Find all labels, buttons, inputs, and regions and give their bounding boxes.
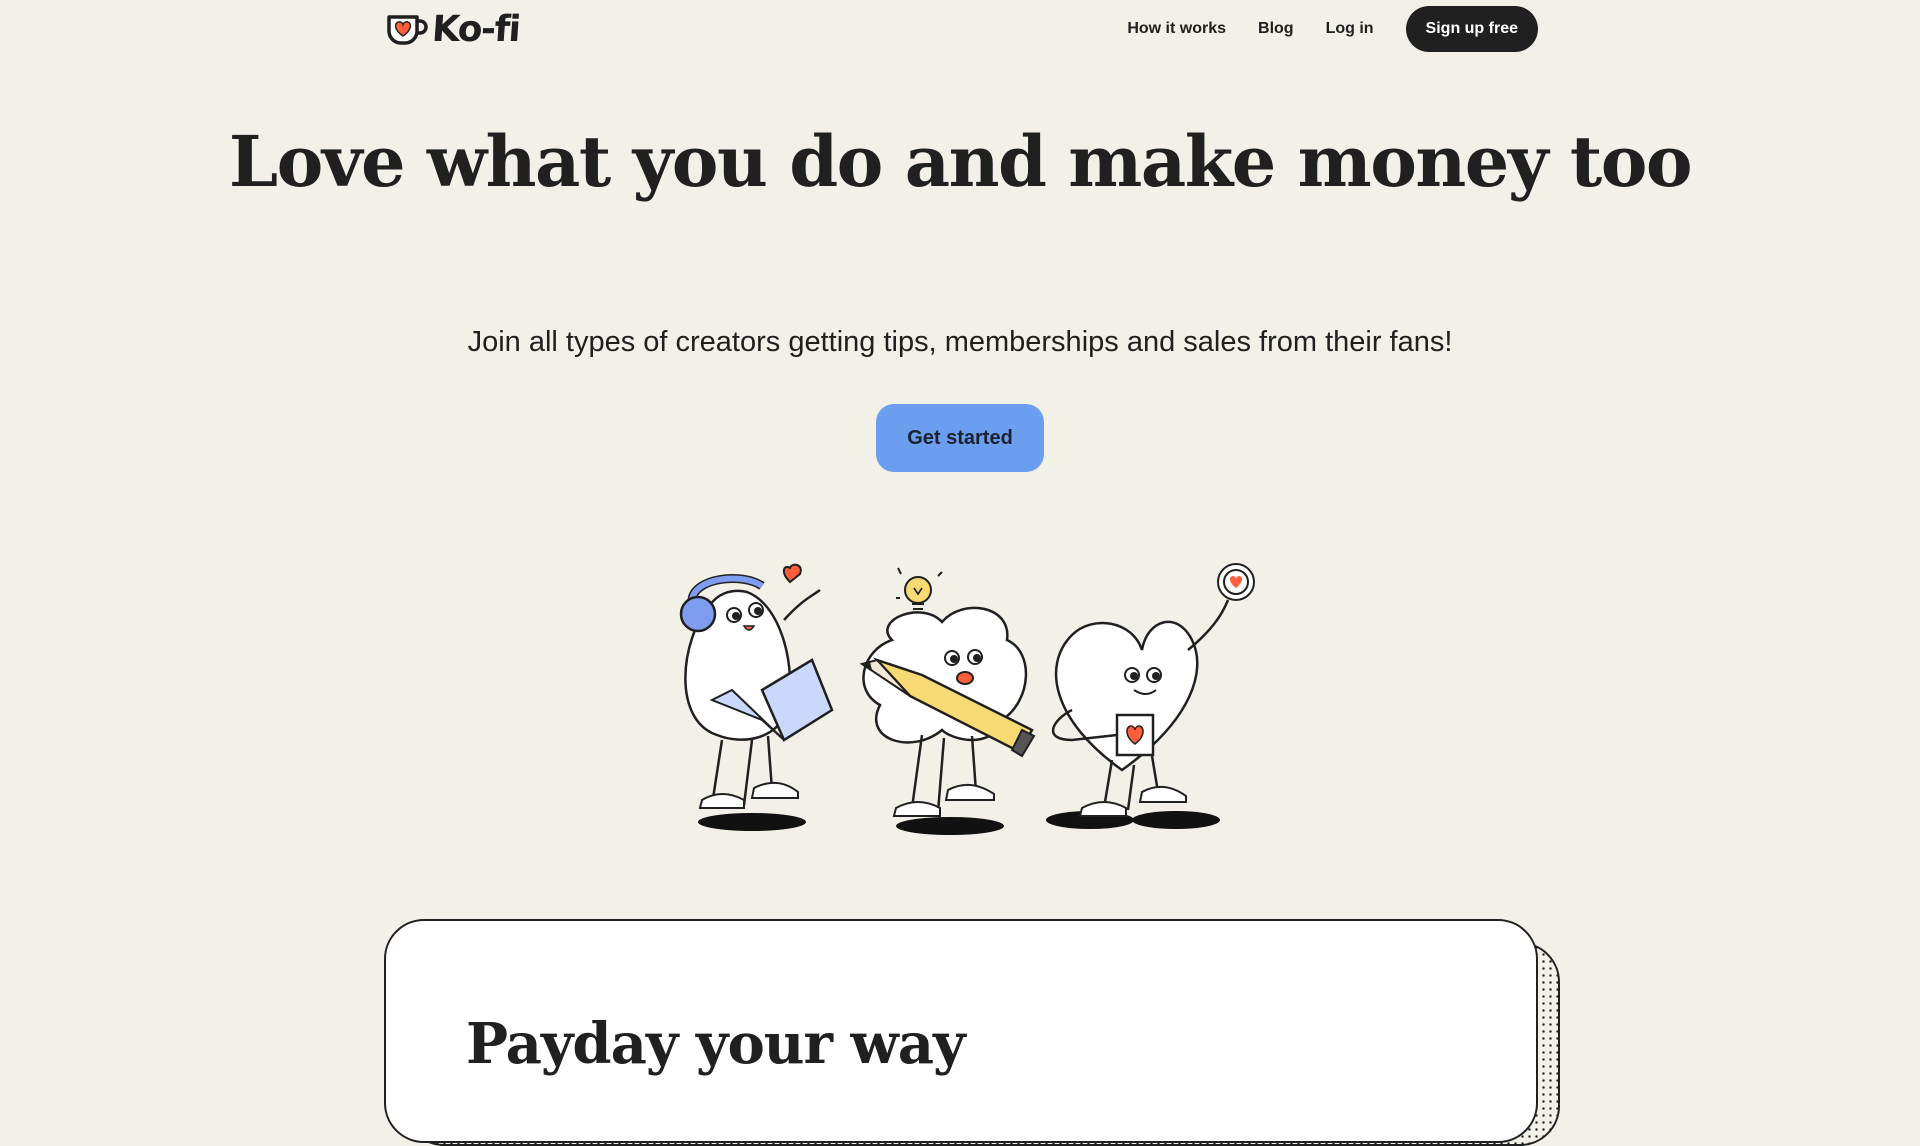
heart-mug-character: [1051, 563, 1255, 817]
sign-up-button[interactable]: Sign up free: [1405, 6, 1538, 52]
brand-wordmark: Ko-fi: [430, 8, 521, 50]
creator-characters-illustration: [679, 563, 1255, 835]
ko-fi-logo[interactable]: Ko-fi: [384, 8, 521, 50]
payday-section-title: Payday your way: [466, 1011, 966, 1077]
get-started-button[interactable]: Get started: [876, 404, 1044, 472]
nav-login-link[interactable]: Log in: [1326, 20, 1374, 38]
nav-menu: How it works Blog Log in Sign up free: [1127, 6, 1538, 52]
nav-blog-link[interactable]: Blog: [1258, 20, 1294, 38]
nav-how-it-works-link[interactable]: How it works: [1127, 20, 1226, 38]
top-navigation: Ko-fi How it works Blog Log in Sign up f…: [384, 0, 1538, 58]
payday-section-card: Payday your way: [384, 919, 1538, 1143]
laptop-character: [679, 563, 834, 809]
pencil-character: [859, 567, 1036, 817]
ko-fi-cup-heart-icon: [387, 15, 428, 45]
hero-title: Love what you do and make money too: [228, 120, 1693, 203]
hero-subtitle: Join all types of creators getting tips,…: [467, 326, 1453, 358]
